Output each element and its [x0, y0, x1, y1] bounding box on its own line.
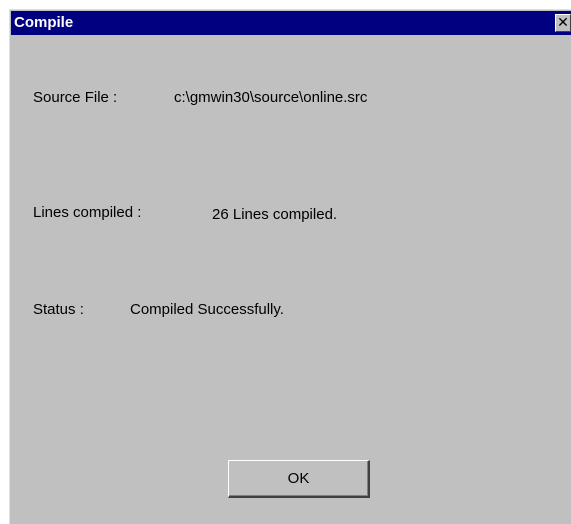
close-icon[interactable]: ✕ [555, 14, 571, 32]
compile-dialog: Compile ✕ Source File : c:\gmwin30\sourc… [9, 9, 571, 524]
status-value: Compiled Successfully. [130, 301, 284, 318]
dialog-title: Compile [14, 14, 74, 31]
status-label: Status : [33, 301, 84, 318]
source-file-label: Source File : [33, 89, 118, 106]
source-file-value: c:\gmwin30\source\online.src [174, 89, 368, 106]
lines-compiled-value: 26 Lines compiled. [212, 206, 338, 223]
ok-button[interactable]: OK [228, 460, 370, 498]
lines-compiled-label: Lines compiled : [33, 204, 142, 221]
title-bar[interactable]: Compile ✕ [11, 11, 571, 35]
